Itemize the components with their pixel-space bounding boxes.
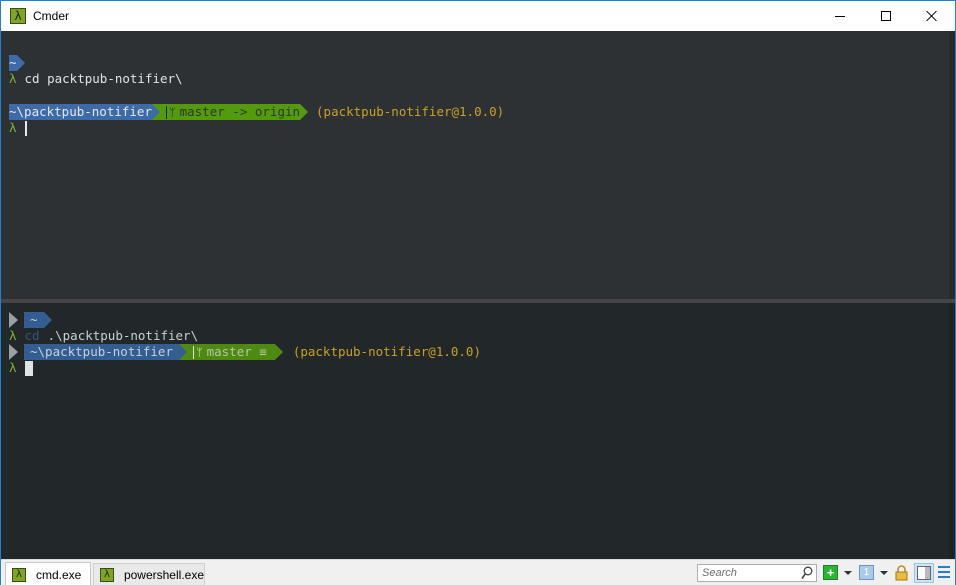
git-branch-text: master -> origin — [179, 104, 301, 119]
lambda-prompt: λ — [9, 120, 17, 135]
lambda-prompt: λ — [9, 71, 17, 86]
git-branch-icon: ᛘ — [193, 345, 203, 359]
minimize-icon — [835, 15, 845, 17]
text-cursor — [24, 360, 33, 376]
text-cursor — [24, 120, 27, 136]
path-segment: ~ — [24, 312, 44, 328]
command-keyword: cd — [24, 328, 40, 343]
hamburger-icon-bar — [938, 571, 950, 573]
maximize-icon — [881, 11, 891, 21]
cmder-window: λ Cmder ~ λ cd packtpub-notifier\ ~\packt… — [0, 0, 956, 585]
menu-button[interactable] — [937, 565, 951, 579]
segment-arrow — [152, 104, 160, 120]
prompt-start-arrow — [9, 344, 18, 360]
lambda-prompt: λ — [9, 328, 17, 343]
cmder-lambda-icon: λ — [100, 567, 114, 582]
maximize-button[interactable] — [863, 1, 909, 31]
split-pane-icon — [917, 566, 931, 580]
segment-arrow — [274, 344, 283, 360]
input-line[interactable]: λ — [9, 360, 33, 376]
git-branch-text: master ≡ — [206, 344, 267, 359]
git-branch-icon: ᛘ — [166, 105, 176, 119]
new-console-button[interactable]: + — [823, 565, 838, 580]
split-view-button[interactable] — [914, 563, 934, 583]
git-prompt-line: ~\packtpub-notifier ᛘ master ≡ (packtpub-… — [9, 344, 481, 360]
hamburger-icon-bar — [938, 566, 950, 568]
title-bar: λ Cmder — [1, 1, 955, 31]
new-console-dropdown[interactable] — [844, 565, 852, 581]
input-line[interactable]: λ — [9, 120, 27, 136]
path-segment: ~\packtpub-notifier — [9, 104, 152, 120]
console-list-dropdown[interactable] — [880, 565, 888, 581]
minimize-button[interactable] — [817, 1, 863, 31]
git-segment: ᛘ master ≡ — [187, 344, 275, 360]
prompt-home-line: ~ — [9, 55, 25, 71]
console-list-button[interactable]: 1 — [859, 565, 874, 580]
prompt-start-arrow — [9, 312, 18, 328]
package-version: (packtpub-notifier@1.0.0) — [292, 344, 481, 359]
close-icon — [926, 10, 938, 22]
tab-powershell[interactable]: λ powershell.exe — [93, 563, 205, 585]
search-icon[interactable] — [801, 566, 813, 580]
git-prompt-line: ~\packtpub-notifier ᛘ master -> origin (p… — [9, 104, 504, 120]
package-version: (packtpub-notifier@1.0.0) — [316, 104, 505, 119]
lambda-prompt: λ — [9, 360, 17, 375]
scrollbar[interactable] — [949, 31, 955, 299]
tab-cmd[interactable]: λ cmd.exe — [5, 562, 91, 585]
scroll-lock-button[interactable] — [895, 565, 908, 581]
console-pane-top[interactable]: ~ λ cd packtpub-notifier\ ~\packtpub-noti… — [1, 31, 955, 299]
tab-bar: λ cmd.exe λ powershell.exe Search + 1 — [1, 559, 955, 585]
close-button[interactable] — [909, 1, 955, 31]
command-line: λ cd packtpub-notifier\ — [9, 71, 183, 87]
command-line: λ cd .\packtpub-notifier\ — [9, 328, 198, 344]
scrollbar[interactable] — [949, 303, 955, 559]
tab-label: powershell.exe — [123, 567, 204, 582]
search-placeholder: Search — [702, 567, 737, 579]
segment-arrow — [43, 312, 52, 328]
segment-arrow — [179, 344, 187, 360]
chevron-down-icon — [844, 571, 852, 575]
hamburger-icon-bar — [938, 576, 950, 578]
command-text: .\packtpub-notifier\ — [47, 328, 199, 343]
segment-arrow — [16, 55, 25, 71]
cmder-lambda-icon: λ — [10, 8, 26, 24]
tab-label: cmd.exe — [36, 567, 82, 582]
search-input[interactable]: Search — [697, 564, 817, 582]
cmder-lambda-icon: λ — [12, 567, 26, 582]
path-segment: ~ — [9, 55, 17, 71]
window-title: Cmder — [33, 9, 70, 23]
path-segment: ~\packtpub-notifier — [24, 344, 179, 360]
prompt-home-line: ~ — [9, 312, 52, 328]
lock-icon — [895, 565, 908, 581]
segment-arrow — [300, 104, 309, 120]
command-text: cd packtpub-notifier\ — [24, 71, 183, 86]
console-pane-bottom[interactable]: ~ λ cd .\packtpub-notifier\ ~\packtpub-not… — [1, 303, 955, 559]
chevron-down-icon — [880, 571, 888, 575]
git-segment: ᛘ master -> origin — [160, 104, 301, 120]
